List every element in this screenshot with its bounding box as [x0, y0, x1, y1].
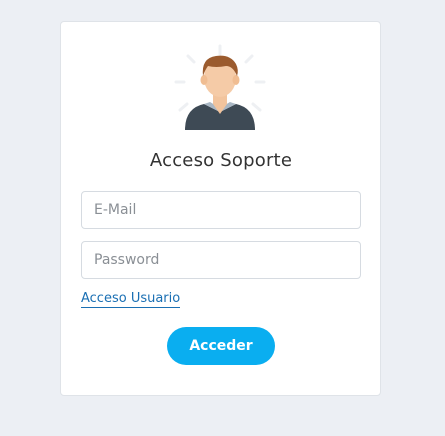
email-field[interactable] [81, 191, 361, 229]
user-access-link[interactable]: Acceso Usuario [81, 291, 181, 308]
page-title: Acceso Soporte [149, 150, 293, 171]
user-avatar-icon [174, 44, 266, 130]
submit-button[interactable]: Acceder [167, 327, 275, 365]
password-field[interactable] [81, 241, 361, 279]
